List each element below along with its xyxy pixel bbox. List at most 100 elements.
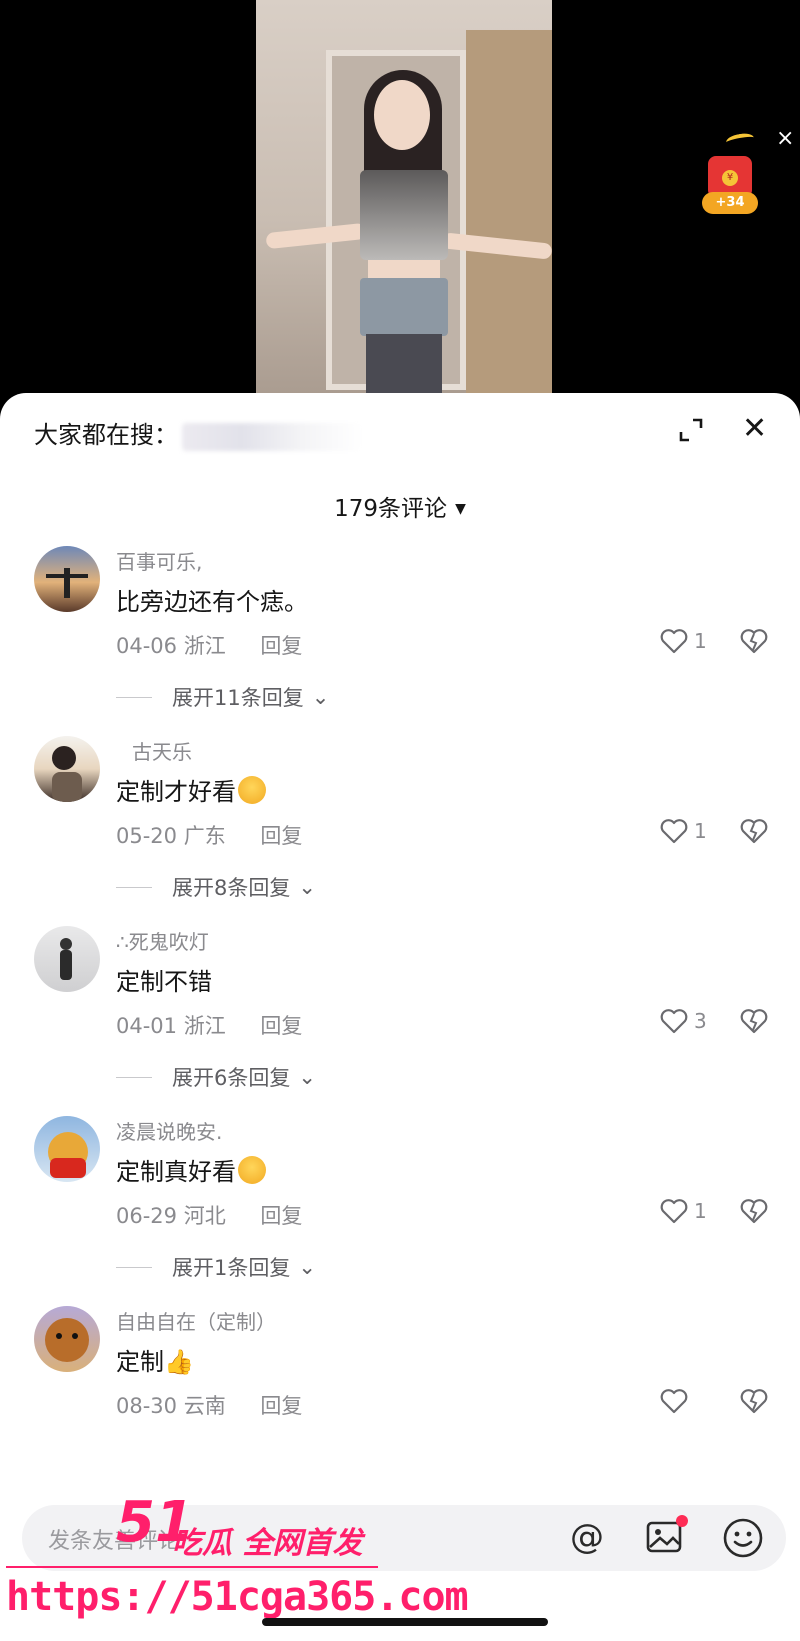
progress-arc-icon xyxy=(725,131,755,149)
background-door xyxy=(466,30,552,400)
divider xyxy=(116,1076,152,1078)
comment-date: 05-20 xyxy=(116,824,178,848)
comment-count-dropdown[interactable]: 179条评论 ▼ xyxy=(0,489,800,523)
dancer-waist xyxy=(368,260,440,280)
video-player[interactable]: ¥ +34 × xyxy=(0,0,800,400)
reply-button[interactable]: 回复 xyxy=(260,824,302,848)
comment-text-body: 定制才好看 xyxy=(116,778,236,806)
watermark-divider xyxy=(6,1566,378,1568)
expand-replies-button[interactable]: 展开1条回复 ⌄ xyxy=(116,1252,316,1282)
avatar[interactable] xyxy=(34,926,100,992)
reply-button[interactable]: 回复 xyxy=(260,1014,302,1038)
avatar[interactable] xyxy=(34,546,100,612)
divider xyxy=(116,696,152,698)
watermark-tagline: 吃瓜 全网首发 xyxy=(172,1526,363,1561)
comment-text: 定制不错 xyxy=(116,968,212,996)
red-packet-widget[interactable]: ¥ +34 xyxy=(698,131,762,220)
comment-username[interactable]: ∴死鬼吹灯 xyxy=(116,926,209,955)
comment-item: 凌晨说晚安. 定制真好看 06-29 河北 回复 1 展开1条回复 ⌄ xyxy=(0,1116,800,1306)
avatar-bear-icon xyxy=(48,1132,88,1178)
heart-icon xyxy=(660,1389,688,1414)
comment-location: 河北 xyxy=(183,1204,226,1228)
comment-meta: 04-06 浙江 回复 xyxy=(116,630,302,660)
broken-heart-icon[interactable] xyxy=(740,818,768,844)
expand-replies-label: 展开8条回复 xyxy=(172,876,291,900)
comment-meta: 08-30 云南 回复 xyxy=(116,1390,302,1420)
divider xyxy=(116,886,152,888)
comment-text-body: 定制真好看 xyxy=(116,1158,236,1186)
comment-count: 179条评论 xyxy=(334,496,448,522)
avatar[interactable] xyxy=(34,1306,100,1372)
comment-item: 百事可乐, 比旁边还有个痣。 04-06 浙江 回复 1 展开11条回复 ⌄ xyxy=(0,546,800,736)
avatar-person-icon xyxy=(60,938,72,980)
heart-icon xyxy=(660,819,688,844)
chevron-down-icon: ⌄ xyxy=(298,1065,316,1089)
expand-replies-button[interactable]: 展开6条回复 ⌄ xyxy=(116,1062,316,1092)
comment-username[interactable]: 自由自在（定制） xyxy=(116,1306,276,1335)
comment-username[interactable]: 古天乐 xyxy=(132,736,192,765)
dancer-top xyxy=(360,170,448,260)
dancer-legs xyxy=(366,334,442,400)
comment-date: 06-29 xyxy=(116,1204,178,1228)
heart-icon xyxy=(660,1199,688,1224)
comment-meta: 04-01 浙江 回复 xyxy=(116,1010,302,1040)
like-button[interactable] xyxy=(660,1388,694,1414)
caret-down-icon: ▼ xyxy=(455,501,466,517)
comment-location: 浙江 xyxy=(183,634,226,658)
heart-icon xyxy=(660,1009,688,1034)
broken-heart-icon[interactable] xyxy=(740,628,768,654)
chevron-down-icon: ⌄ xyxy=(298,875,316,899)
comment-sheet: 大家都在搜： ✕ 179条评论 ▼ 百事可乐, 比旁边还有个痣。 04-06 浙江… xyxy=(0,393,800,1641)
broken-heart-icon[interactable] xyxy=(740,1198,768,1224)
broken-heart-icon[interactable] xyxy=(740,1008,768,1034)
broken-heart-icon[interactable] xyxy=(740,1388,768,1414)
at-mention-icon[interactable]: @ xyxy=(570,1517,604,1557)
watermark-url: https://51cga365.com xyxy=(6,1574,469,1620)
like-button[interactable]: 1 xyxy=(660,818,707,844)
close-icon[interactable]: × xyxy=(776,128,794,150)
expand-replies-button[interactable]: 展开11条回复 ⌄ xyxy=(116,682,329,712)
blurred-search-term xyxy=(182,423,362,451)
search-hint[interactable]: 大家都在搜： xyxy=(34,415,178,450)
comment-text: 定制👍 xyxy=(116,1342,194,1377)
emoji-icon[interactable] xyxy=(722,1517,764,1559)
home-indicator[interactable] xyxy=(262,1618,548,1626)
comment-text: 比旁边还有个痣。 xyxy=(116,588,308,616)
heart-icon xyxy=(660,629,688,654)
expand-replies-button[interactable]: 展开8条回复 ⌄ xyxy=(116,872,316,902)
video-frame[interactable] xyxy=(256,0,552,400)
coin-icon: ¥ xyxy=(722,170,738,186)
comment-username[interactable]: 百事可乐, xyxy=(116,546,202,575)
close-sheet-button[interactable]: ✕ xyxy=(742,411,767,447)
divider xyxy=(116,1266,152,1268)
avatar-person-icon xyxy=(52,746,82,802)
fullscreen-icon[interactable] xyxy=(678,417,704,443)
chevron-down-icon: ⌄ xyxy=(298,1255,316,1279)
reply-button[interactable]: 回复 xyxy=(260,1394,302,1418)
shy-emoji-icon xyxy=(238,1156,266,1184)
comment-meta: 06-29 河北 回复 xyxy=(116,1200,302,1230)
like-count: 1 xyxy=(694,629,707,653)
avatar[interactable] xyxy=(34,736,100,802)
like-button[interactable]: 1 xyxy=(660,628,707,654)
comment-text-body: 定制 xyxy=(116,1348,164,1376)
expand-replies-label: 展开1条回复 xyxy=(172,1256,291,1280)
comment-date: 08-30 xyxy=(116,1394,178,1418)
dancer-head xyxy=(374,80,430,150)
avatar[interactable] xyxy=(34,1116,100,1182)
comment-item: 古天乐 定制才好看 05-20 广东 回复 1 展开8条回复 ⌄ xyxy=(0,736,800,926)
expand-replies-label: 展开6条回复 xyxy=(172,1066,291,1090)
avatar-silhouette-icon xyxy=(46,568,88,598)
reply-button[interactable]: 回复 xyxy=(260,634,302,658)
like-button[interactable]: 1 xyxy=(660,1198,707,1224)
like-count: 1 xyxy=(694,819,707,843)
red-packet-amount: +34 xyxy=(702,192,758,214)
comment-date: 04-01 xyxy=(116,1014,178,1038)
comment-date: 04-06 xyxy=(116,634,178,658)
like-button[interactable]: 3 xyxy=(660,1008,707,1034)
comment-username[interactable]: 凌晨说晚安. xyxy=(116,1116,222,1145)
reply-button[interactable]: 回复 xyxy=(260,1204,302,1228)
comment-item: ∴死鬼吹灯 定制不错 04-01 浙江 回复 3 展开6条回复 ⌄ xyxy=(0,926,800,1116)
comment-location: 浙江 xyxy=(183,1014,226,1038)
comment-text: 定制真好看 xyxy=(116,1152,266,1187)
